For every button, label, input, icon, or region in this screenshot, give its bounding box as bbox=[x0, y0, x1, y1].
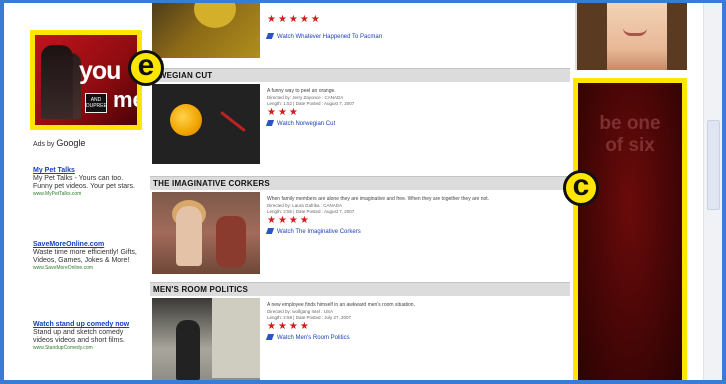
text-ad-body: Waste time more efficiently! Gifts, Vide… bbox=[33, 249, 137, 264]
rating-stars: ★★★★ bbox=[267, 321, 311, 332]
video-info: ★★★★★ Watch Whatever Happened To Pacman bbox=[265, 14, 567, 42]
text-ad-url[interactable]: www.MyPetTalks.com bbox=[33, 191, 143, 198]
poster-dvd-badge: AND DUPREE bbox=[85, 93, 107, 113]
banner-line-1: be one bbox=[599, 113, 661, 134]
photo-hair-left bbox=[577, 0, 607, 70]
watch-link-label[interactable]: Watch The Imaginative Corkers bbox=[277, 229, 361, 235]
video-title-bar[interactable]: RWEGIAN CUT bbox=[150, 68, 570, 82]
thumbnail-person-2 bbox=[216, 216, 246, 268]
ads-by-prefix: Ads by bbox=[33, 141, 55, 148]
vertical-scrollbar[interactable] bbox=[703, 0, 722, 384]
rating-stars: ★★★★★ bbox=[267, 14, 322, 25]
text-ad-title[interactable]: Watch stand up comedy now bbox=[33, 320, 143, 329]
video-thumbnail-pacman[interactable] bbox=[152, 0, 260, 58]
be-one-of-six-banner-ad[interactable]: be one of six bbox=[573, 78, 687, 384]
movie-poster-ad[interactable]: you me AND DUPREE bbox=[30, 30, 142, 130]
banner-line-2: of six bbox=[605, 135, 655, 156]
text-ad-body: Stand up and sketch comedy videos videos… bbox=[33, 329, 125, 344]
poster-image[interactable]: you me AND DUPREE bbox=[35, 35, 137, 125]
text-ad-title[interactable]: My Pet Talks bbox=[33, 166, 143, 175]
orange-image bbox=[170, 104, 202, 136]
thumbnail-person bbox=[176, 320, 200, 380]
play-icon bbox=[265, 33, 275, 40]
text-ad[interactable]: SaveMoreOnline.com Waste time more effic… bbox=[33, 240, 143, 272]
poster-text-me: me bbox=[113, 87, 137, 112]
google-brand-text: Google bbox=[56, 138, 86, 148]
text-ad-title[interactable]: SaveMoreOnline.com bbox=[33, 240, 143, 249]
video-description: When family members are alone they are i… bbox=[267, 196, 490, 202]
rating-stars: ★★★ bbox=[267, 107, 300, 118]
watch-link-label[interactable]: Watch Whatever Happened To Pacman bbox=[277, 34, 382, 40]
text-ad-url[interactable]: www.StandupComedy.com bbox=[33, 345, 143, 352]
poster-figure-1 bbox=[41, 45, 73, 119]
video-thumbnail-norwegian-cut[interactable] bbox=[152, 84, 260, 164]
watch-link-label[interactable]: Watch Men's Room Politics bbox=[277, 335, 350, 341]
profile-photo-ad[interactable] bbox=[575, 0, 687, 70]
watch-link[interactable]: Watch Norwegian Cut bbox=[265, 119, 567, 129]
video-info: When family members are alone they are i… bbox=[265, 196, 567, 237]
watch-link[interactable]: Watch Men's Room Politics bbox=[265, 333, 567, 343]
photo-smile bbox=[623, 28, 647, 36]
callout-c-badge: c bbox=[563, 170, 599, 206]
video-info: A funny way to peel an orange. Directed … bbox=[265, 88, 567, 129]
poster-text-you: you bbox=[79, 57, 121, 85]
rating-stars: ★★★★ bbox=[267, 215, 311, 226]
play-icon bbox=[265, 228, 275, 235]
play-icon bbox=[265, 120, 275, 127]
video-thumbnail-imaginative-corkers[interactable] bbox=[152, 192, 260, 274]
video-description: A new employee finds himself in an awkwa… bbox=[267, 302, 415, 308]
thumbnail-figure bbox=[194, 0, 236, 28]
text-ad-body: My Pet Talks - Yours can too. Funny pet … bbox=[33, 175, 135, 190]
thumbnail-person bbox=[176, 206, 202, 266]
video-info: A new employee finds himself in an awkwa… bbox=[265, 302, 567, 343]
text-ad-url[interactable]: www.SaveMoreOnline.com bbox=[33, 265, 143, 272]
video-list: ★★★★★ Watch Whatever Happened To Pacman … bbox=[150, 0, 570, 384]
video-thumbnail-mens-room-politics[interactable] bbox=[152, 298, 260, 384]
video-description: A funny way to peel an orange. bbox=[267, 88, 336, 94]
knife-image bbox=[220, 111, 246, 132]
video-title-bar[interactable]: THE IMAGINATIVE CORKERS bbox=[150, 176, 570, 190]
scrollbar-thumb[interactable] bbox=[707, 120, 720, 210]
play-icon bbox=[265, 334, 275, 341]
video-title-bar[interactable]: MEN'S ROOM POLITICS bbox=[150, 282, 570, 296]
text-ad[interactable]: My Pet Talks My Pet Talks - Yours can to… bbox=[33, 166, 143, 198]
text-ad[interactable]: Watch stand up comedy now Stand up and s… bbox=[33, 320, 143, 352]
watch-link-label[interactable]: Watch Norwegian Cut bbox=[277, 121, 335, 127]
ads-by-google-label[interactable]: Ads by Google bbox=[33, 138, 85, 148]
callout-e-badge: e bbox=[128, 50, 164, 86]
thumbnail-wall bbox=[212, 298, 260, 378]
watch-link[interactable]: Watch The Imaginative Corkers bbox=[265, 227, 567, 237]
watch-link[interactable]: Watch Whatever Happened To Pacman bbox=[265, 32, 567, 42]
photo-hair-right bbox=[667, 0, 687, 70]
